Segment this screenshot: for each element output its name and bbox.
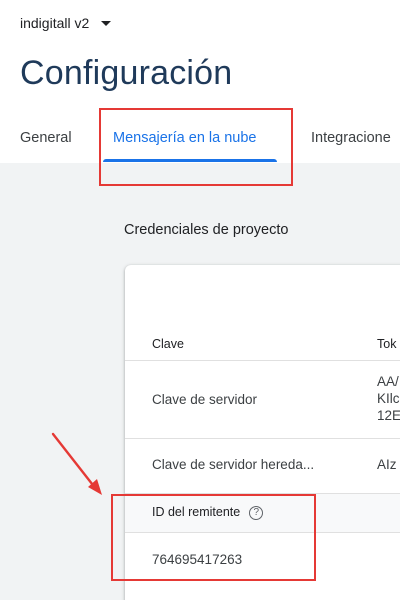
token-line: 12E — [377, 408, 400, 423]
annotation-box-sender-id — [111, 494, 316, 581]
divider — [125, 438, 400, 439]
annotation-box-tab — [99, 108, 293, 186]
row-token-legacy-server[interactable]: AIz — [377, 457, 397, 472]
tab-general[interactable]: General — [20, 130, 72, 146]
firebase-settings-page: indigitall v2 Configuración General Mens… — [0, 0, 400, 600]
token-line: KIlc — [377, 391, 400, 406]
column-header-token: Tok — [377, 337, 397, 351]
token-line: AA/ — [377, 374, 399, 389]
row-key-legacy-server: Clave de servidor hereda... — [152, 457, 315, 472]
row-key-server: Clave de servidor — [152, 392, 258, 407]
project-name: indigitall v2 — [20, 15, 90, 31]
section-title: Credenciales de proyecto — [124, 222, 289, 238]
divider — [125, 360, 400, 361]
project-switcher[interactable]: indigitall v2 — [20, 15, 112, 31]
annotation-arrow-icon — [51, 432, 102, 495]
column-header-key: Clave — [152, 337, 184, 351]
row-token-server[interactable]: AA/ KIlc 12E — [377, 373, 400, 424]
page-title: Configuración — [20, 54, 233, 92]
dropdown-caret-icon — [101, 20, 112, 26]
tab-integrations[interactable]: Integracione — [311, 130, 391, 146]
